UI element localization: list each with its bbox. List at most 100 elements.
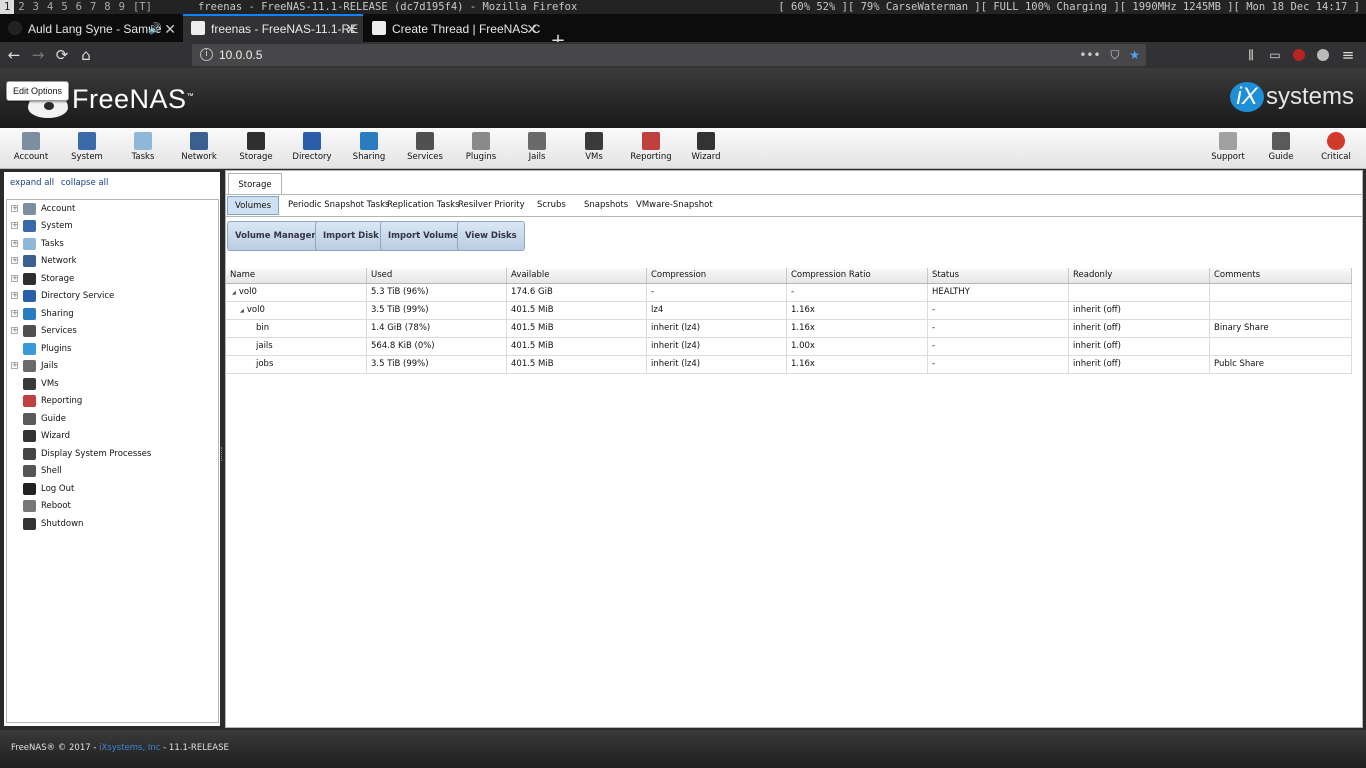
expand-icon[interactable]: + — [11, 362, 18, 369]
home-icon[interactable]: ⌂ — [76, 45, 96, 65]
url-bar[interactable]: i 10.0.0.5 ••• ⛉ ★ — [192, 44, 1146, 66]
ixsystems-link[interactable]: iXsystems, Inc — [99, 743, 160, 753]
close-tab-icon[interactable]: ✕ — [164, 16, 176, 42]
workspace-5[interactable]: 5 — [57, 0, 71, 14]
table-row[interactable]: ◢ vol0 3.5 TiB (99%) 401.5 MiB lz4 1.16x - inhe… — [226, 302, 1352, 320]
toolbar-system-button[interactable]: System — [59, 132, 115, 162]
tree-item-shutdown[interactable]: Shutdown — [7, 516, 217, 532]
toolbar-sharing-button[interactable]: Sharing — [341, 132, 397, 162]
expand-icon[interactable]: + — [11, 205, 18, 212]
expand-icon[interactable]: + — [11, 310, 18, 317]
workspace-2[interactable]: 2 — [14, 0, 28, 14]
subtab-scrubs[interactable]: Scrubs — [535, 196, 568, 215]
tree-item-sharing[interactable]: + Sharing — [7, 306, 217, 322]
expand-icon[interactable]: + — [11, 275, 18, 282]
column-header-status[interactable]: Status — [928, 268, 1069, 283]
workspace-3[interactable]: 3 — [29, 0, 43, 14]
tree-item-reporting[interactable]: Reporting — [7, 393, 217, 409]
browser-tab-freenas[interactable]: freenas - FreeNAS-11.1-RE ✕ — [183, 14, 363, 42]
import-disk-button[interactable]: Import Disk — [315, 221, 387, 251]
tree-item-jails[interactable]: + Jails — [7, 358, 217, 374]
workspace-t[interactable]: [T] — [129, 0, 156, 14]
volume-manager-button[interactable]: Volume Manager — [227, 221, 324, 251]
ublock-icon[interactable] — [1289, 45, 1309, 65]
subtab-replication-tasks[interactable]: Replication Tasks — [385, 196, 462, 215]
extension-icon[interactable] — [1313, 45, 1333, 65]
column-header-compression-ratio[interactable]: Compression Ratio — [787, 268, 928, 283]
bookmark-star-icon[interactable]: ★ — [1129, 48, 1140, 62]
browser-tab-music[interactable]: Auld Lang Syne - Samue 🔊 ✕ — [0, 16, 182, 42]
tree-item-plugins[interactable]: Plugins — [7, 341, 217, 357]
toolbar-account-button[interactable]: Account — [3, 132, 59, 162]
expand-all-link[interactable]: expand all — [10, 178, 54, 188]
expand-icon[interactable]: + — [11, 327, 18, 334]
toolbar-directory-button[interactable]: Directory — [284, 132, 340, 162]
import-volume-button[interactable]: Import Volume — [380, 221, 467, 251]
tree-item-network[interactable]: + Network — [7, 253, 217, 269]
tree-item-directory-service[interactable]: + Directory Service — [7, 288, 217, 304]
expand-icon[interactable]: + — [11, 292, 18, 299]
tree-item-system[interactable]: + System — [7, 218, 217, 234]
pocket-icon[interactable]: ⛉ — [1110, 48, 1119, 62]
toolbar-services-button[interactable]: Services — [397, 132, 453, 162]
speaker-icon[interactable]: 🔊 — [148, 16, 162, 42]
toolbar-support-button[interactable]: Support — [1200, 132, 1256, 162]
browser-tab-forum[interactable]: Create Thread | FreeNAS C ✕ — [364, 16, 544, 42]
column-header-compression[interactable]: Compression — [647, 268, 787, 283]
column-header-name[interactable]: Name — [226, 268, 367, 283]
table-row[interactable]: jobs 3.5 TiB (99%) 401.5 MiB inherit (lz4) 1… — [226, 356, 1352, 374]
collapse-toggle-icon[interactable]: ◢ — [240, 308, 244, 314]
more-actions-icon[interactable]: ••• — [1079, 48, 1100, 62]
sidebar-icon[interactable]: ▭ — [1265, 45, 1285, 65]
view-disks-button[interactable]: View Disks — [457, 221, 525, 251]
column-header-used[interactable]: Used — [367, 268, 507, 283]
table-row[interactable]: jails 564.8 KiB (0%) 401.5 MiB inherit (lz4… — [226, 338, 1352, 356]
info-icon[interactable]: i — [200, 48, 213, 61]
toolbar-jails-button[interactable]: Jails — [509, 132, 565, 162]
tree-item-display-system-processes[interactable]: Display System Processes — [7, 446, 217, 462]
toolbar-reporting-button[interactable]: Reporting — [623, 132, 679, 162]
tree-item-vms[interactable]: VMs — [7, 376, 217, 392]
tree-item-wizard[interactable]: Wizard — [7, 428, 217, 444]
workspace-6[interactable]: 6 — [72, 0, 86, 14]
tree-item-log-out[interactable]: Log Out — [7, 481, 217, 497]
tree-item-reboot[interactable]: Reboot — [7, 498, 217, 514]
collapse-toggle-icon[interactable]: ◢ — [232, 290, 236, 296]
tree-item-shell[interactable]: Shell — [7, 463, 217, 479]
tree-item-account[interactable]: + Account — [7, 201, 217, 217]
workspace-1[interactable]: 1 — [0, 0, 15, 14]
workspace-4[interactable]: 4 — [43, 0, 57, 14]
close-tab-icon[interactable]: ✕ — [526, 16, 538, 42]
back-arrow-icon[interactable]: ← — [4, 45, 24, 65]
workspace-7[interactable]: 7 — [86, 0, 100, 14]
subtab-periodic-snapshot-tasks[interactable]: Periodic Snapshot Tasks — [286, 196, 391, 215]
table-row[interactable]: ◢ vol0 5.3 TiB (96%) 174.6 GiB - - HEALTHY — [226, 284, 1352, 302]
tree-item-guide[interactable]: Guide — [7, 411, 217, 427]
subtab-snapshots[interactable]: Snapshots — [582, 196, 630, 215]
pane-splitter[interactable] — [221, 447, 223, 461]
subtab-vmware-snapshot[interactable]: VMware-Snapshot — [634, 196, 715, 215]
column-header-comments[interactable]: Comments — [1210, 268, 1352, 283]
toolbar-wizard-button[interactable]: Wizard — [678, 132, 734, 162]
reload-icon[interactable]: ⟳ — [52, 45, 72, 65]
collapse-all-link[interactable]: collapse all — [61, 178, 109, 188]
toolbar-network-button[interactable]: Network — [171, 132, 227, 162]
tree-item-services[interactable]: + Services — [7, 323, 217, 339]
workspace-9[interactable]: 9 — [115, 0, 129, 14]
toolbar-tasks-button[interactable]: Tasks — [115, 132, 171, 162]
tab-storage[interactable]: Storage — [228, 173, 282, 195]
close-tab-icon[interactable]: ✕ — [345, 16, 357, 42]
forward-arrow-icon[interactable]: → — [28, 45, 48, 65]
subtab-resilver-priority[interactable]: Resilver Priority — [456, 196, 527, 215]
toolbar-storage-button[interactable]: Storage — [228, 132, 284, 162]
tree-item-storage[interactable]: + Storage — [7, 271, 217, 287]
library-icon[interactable]: ⫼ — [1241, 45, 1261, 65]
expand-icon[interactable]: + — [11, 257, 18, 264]
toolbar-guide-button[interactable]: Guide — [1253, 132, 1309, 162]
subtab-volumes[interactable]: Volumes — [227, 196, 280, 215]
table-row[interactable]: bin 1.4 GiB (78%) 401.5 MiB inherit (lz4) 1.… — [226, 320, 1352, 338]
expand-icon[interactable]: + — [11, 222, 18, 229]
toolbar-vms-button[interactable]: VMs — [566, 132, 622, 162]
column-header-available[interactable]: Available — [507, 268, 647, 283]
toolbar-critical-button[interactable]: Critical — [1308, 132, 1364, 162]
